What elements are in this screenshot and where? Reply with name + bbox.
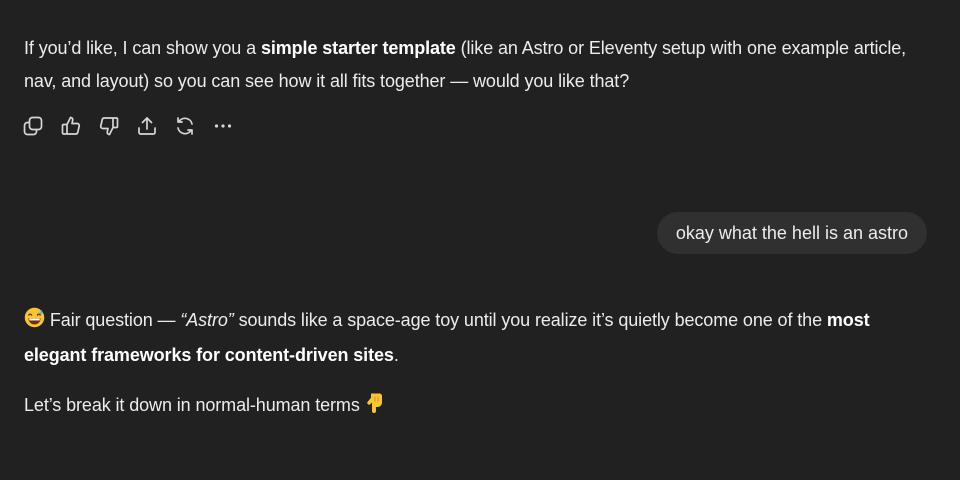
assistant-message-paragraph: Let’s break it down in normal-human term… — [24, 389, 924, 424]
more-actions-button[interactable] — [212, 112, 250, 140]
message-bold-text: simple starter template — [260, 38, 456, 58]
assistant-message-paragraph: Fair question — “Astro” sounds like a sp… — [24, 304, 924, 372]
user-message-text: okay what the hell is an astro — [675, 223, 908, 243]
share-icon — [138, 117, 156, 135]
message-text: sounds like a space-age toy until you re… — [233, 310, 827, 330]
copy-button[interactable] — [22, 112, 60, 140]
message-text: Fair question — — [45, 310, 181, 330]
backhand-index-pointing-down-emoji — [365, 391, 385, 424]
message-italic-text: “Astro” — [180, 310, 234, 330]
good-response-button[interactable] — [60, 112, 98, 140]
thumbs-down-icon — [99, 117, 119, 136]
thumbs-up-icon — [61, 116, 81, 135]
copy-icon — [23, 116, 43, 136]
assistant-message-paragraph: If you’d like, I can show you a simple s… — [24, 32, 924, 98]
message-text: . — [393, 345, 399, 365]
message-actions-bar — [22, 112, 250, 140]
more-horizontal-icon — [214, 124, 232, 128]
message-text: Let’s break it down in normal-human term… — [24, 395, 365, 415]
grinning-sweat-emoji — [24, 306, 45, 339]
bad-response-button[interactable] — [98, 112, 136, 140]
regenerate-button[interactable] — [174, 112, 212, 140]
user-message-bubble: okay what the hell is an astro — [656, 212, 927, 254]
message-text: If you’d like, I can show you a — [24, 38, 261, 58]
share-button[interactable] — [136, 112, 174, 140]
refresh-icon — [177, 117, 193, 135]
